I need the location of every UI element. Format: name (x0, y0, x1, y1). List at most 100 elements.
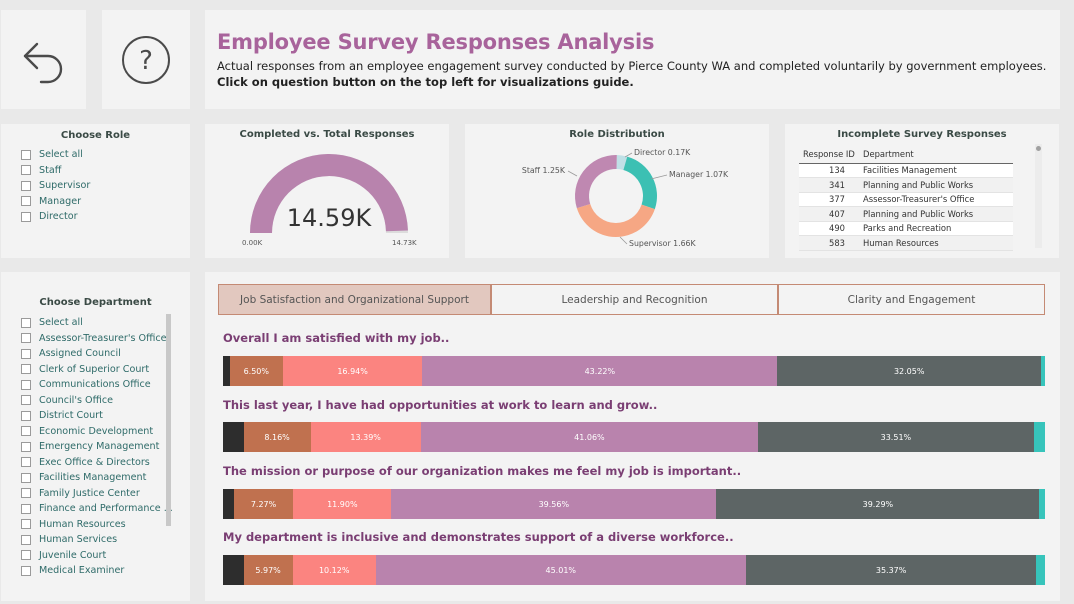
response-id-cell: 407 (799, 206, 859, 222)
checkbox-icon[interactable] (21, 410, 31, 421)
department-option[interactable]: Communications Office (21, 377, 173, 393)
stacked-bar[interactable]: 7.27% 11.90% 39.56% 39.29% (223, 489, 1045, 519)
checkbox-icon[interactable] (21, 565, 31, 576)
department-cell: Human Resources (859, 235, 1013, 251)
checkbox-icon[interactable] (21, 196, 31, 207)
checkbox-icon[interactable] (21, 149, 31, 160)
stacked-bar[interactable]: 6.50% 16.94% 43.22% 32.05% (223, 356, 1045, 386)
department-option[interactable]: Human Services (21, 532, 173, 548)
bar-segment-agree[interactable]: 45.01% (375, 555, 746, 585)
bar-segment-agree[interactable]: 43.22% (422, 356, 778, 386)
bar-segment-strongly-agree[interactable]: 33.51% (758, 422, 1034, 452)
table-row[interactable]: 377 Assessor-Treasurer's Office (799, 192, 1013, 207)
department-option-label: Emergency Management (39, 441, 160, 453)
department-option[interactable]: District Court (21, 408, 173, 424)
checkbox-icon[interactable] (21, 488, 31, 499)
table-row[interactable]: 490 Parks and Recreation (799, 221, 1013, 236)
stacked-bar[interactable]: 5.97% 10.12% 45.01% 35.37% (223, 555, 1045, 585)
checkbox-icon[interactable] (21, 317, 31, 328)
table-row[interactable]: 583 Human Resources (799, 235, 1013, 251)
bar-segment-strongly-disagree[interactable] (223, 555, 244, 585)
back-button[interactable] (1, 10, 86, 109)
bar-segment-no-answer[interactable] (1040, 356, 1045, 386)
department-option[interactable]: Facilities Management (21, 470, 173, 486)
checkbox-icon[interactable] (21, 426, 31, 437)
checkbox-icon[interactable] (21, 550, 31, 561)
checkbox-icon[interactable] (21, 519, 31, 530)
role-option[interactable]: Staff (21, 163, 90, 179)
department-option[interactable]: Assessor-Treasurer's Office (21, 331, 173, 347)
department-option[interactable]: Select all (21, 315, 173, 331)
department-option[interactable]: Clerk of Superior Court (21, 362, 173, 378)
checkbox-icon[interactable] (21, 364, 31, 375)
checkbox-icon[interactable] (21, 534, 31, 545)
role-option[interactable]: Select all (21, 147, 90, 163)
role-option[interactable]: Manager (21, 194, 90, 210)
checkbox-icon[interactable] (21, 503, 31, 514)
incomplete-table-card: Incomplete Survey Responses Response ID … (785, 124, 1059, 258)
column-header-department[interactable]: Department (859, 145, 1013, 164)
column-header-response-id[interactable]: Response ID (799, 145, 859, 164)
checkbox-icon[interactable] (21, 180, 31, 191)
department-option[interactable]: Council's Office (21, 393, 173, 409)
bar-segment-disagree[interactable]: 7.27% (233, 489, 294, 519)
checkbox-icon[interactable] (21, 395, 31, 406)
department-option[interactable]: Human Resources (21, 517, 173, 533)
department-scrollbar[interactable] (166, 314, 171, 526)
checkbox-icon[interactable] (21, 457, 31, 468)
role-option[interactable]: Supervisor (21, 178, 90, 194)
tab-1[interactable]: Job Satisfaction and Organizational Supp… (218, 284, 491, 315)
help-button[interactable]: ? (102, 10, 190, 109)
checkbox-icon[interactable] (21, 472, 31, 483)
donut-slice-staff[interactable] (575, 155, 617, 209)
bar-segment-no-answer[interactable] (1039, 489, 1045, 519)
department-option-label: Family Justice Center (39, 487, 140, 499)
tab-3[interactable]: Clarity and Engagement (778, 284, 1045, 315)
department-option-label: Juvenile Court (39, 549, 107, 561)
role-option[interactable]: Director (21, 209, 90, 225)
department-option[interactable]: Assigned Council (21, 346, 173, 362)
bar-segment-strongly-agree[interactable]: 39.29% (716, 489, 1040, 519)
checkbox-icon[interactable] (21, 348, 31, 359)
bar-segment-no-answer[interactable] (1036, 555, 1045, 585)
bar-segment-agree[interactable]: 41.06% (420, 422, 759, 452)
bar-segment-strongly-disagree[interactable] (223, 489, 234, 519)
table-row[interactable]: 134 Facilities Management (799, 163, 1013, 178)
stacked-bar[interactable]: 8.16% 13.39% 41.06% 33.51% (223, 422, 1045, 452)
bar-segment-disagree[interactable]: 8.16% (243, 422, 311, 452)
checkbox-icon[interactable] (21, 165, 31, 176)
question-label: The mission or purpose of our organizati… (223, 464, 742, 478)
table-scrollbar[interactable] (1035, 144, 1042, 248)
bar-segment-strongly-disagree[interactable] (223, 422, 244, 452)
department-option[interactable]: Emergency Management (21, 439, 173, 455)
bar-segment-neutral[interactable]: 10.12% (292, 555, 376, 585)
checkbox-icon[interactable] (21, 441, 31, 452)
tab-2[interactable]: Leadership and Recognition (491, 284, 778, 315)
department-option[interactable]: Juvenile Court (21, 548, 173, 564)
bar-segment-disagree[interactable]: 6.50% (229, 356, 283, 386)
bar-segment-strongly-agree[interactable]: 35.37% (745, 555, 1037, 585)
department-cell: Parks and Recreation (859, 221, 1013, 236)
table-row[interactable]: 407 Planning and Public Works (799, 206, 1013, 222)
donut-slice-manager[interactable] (623, 156, 657, 210)
bar-segment-agree[interactable]: 39.56% (391, 489, 717, 519)
donut-slice-supervisor[interactable] (576, 204, 655, 237)
department-option[interactable]: Family Justice Center (21, 486, 173, 502)
bar-segment-neutral[interactable]: 13.39% (310, 422, 421, 452)
checkbox-icon[interactable] (21, 211, 31, 222)
bar-segment-strongly-agree[interactable]: 32.05% (777, 356, 1041, 386)
bar-segment-neutral[interactable]: 16.94% (282, 356, 423, 386)
bar-segment-neutral[interactable]: 11.90% (293, 489, 392, 519)
checkbox-icon[interactable] (21, 379, 31, 390)
bar-segment-disagree[interactable]: 5.97% (243, 555, 293, 585)
department-option[interactable]: Economic Development (21, 424, 173, 440)
department-option[interactable]: Finance and Performance ... (21, 501, 173, 517)
bar-segment-no-answer[interactable] (1033, 422, 1045, 452)
donut-leader-line (650, 174, 668, 180)
department-option[interactable]: Medical Examiner (21, 563, 173, 579)
table-row[interactable]: 341 Planning and Public Works (799, 177, 1013, 193)
department-option[interactable]: Exec Office & Directors (21, 455, 173, 471)
checkbox-icon[interactable] (21, 333, 31, 344)
role-option-label: Staff (39, 164, 62, 176)
incomplete-table: Response ID Department 134 Facilities Man… (799, 145, 1013, 251)
